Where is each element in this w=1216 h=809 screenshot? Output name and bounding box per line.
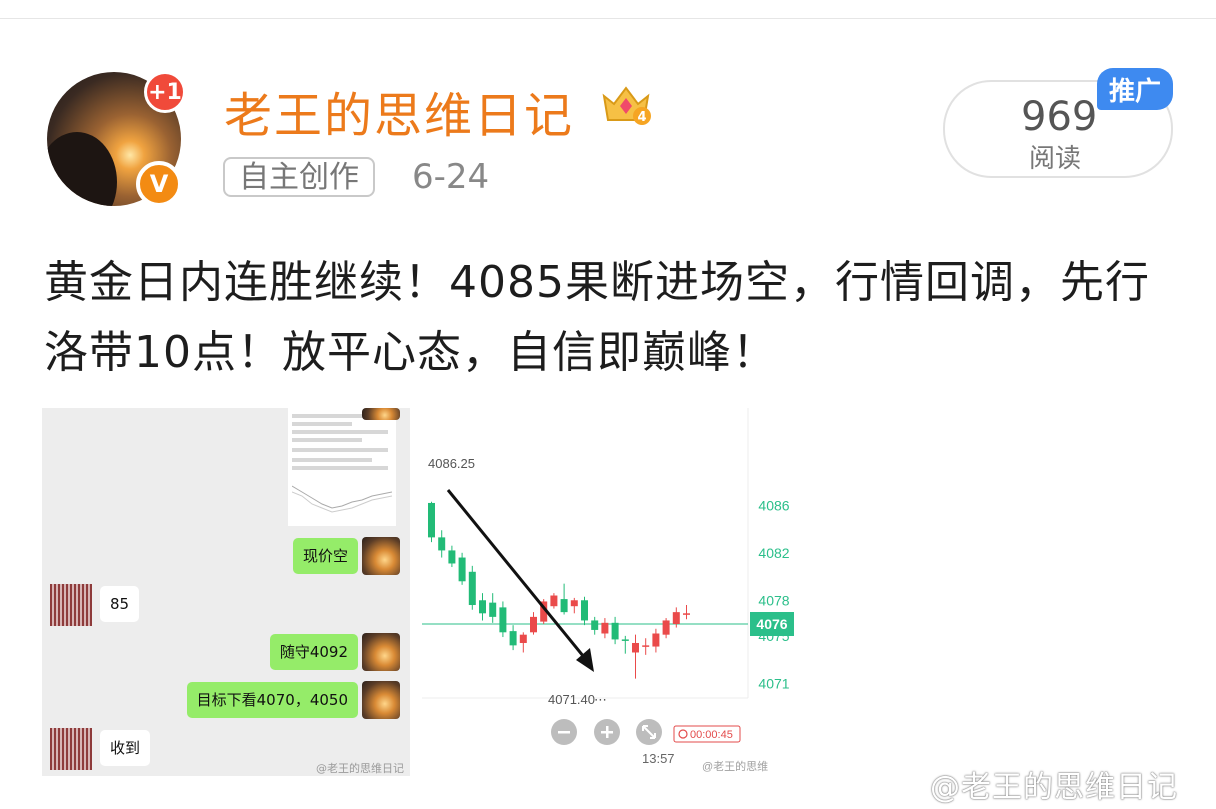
candle-body	[499, 607, 507, 633]
chart-watermark: @老王的思维	[702, 759, 768, 773]
candle-body	[560, 599, 568, 613]
image-watermark: @老王的思维日记	[316, 762, 404, 775]
verified-badge: V	[136, 161, 182, 207]
y-tick-label: 4086	[758, 497, 789, 513]
chat-message: 随守4092	[269, 634, 358, 670]
candle-body	[642, 645, 650, 647]
candle-body	[428, 502, 435, 538]
svg-text:4: 4	[637, 110, 646, 125]
candle-body	[652, 633, 660, 647]
chat-message: 收到	[100, 730, 151, 766]
candlestick-chart-image[interactable]: 40864082407840754071 4076 4086.25 4071.4…	[422, 408, 796, 776]
candle-body	[509, 631, 517, 646]
follow-plus-badge[interactable]: +1	[144, 71, 186, 113]
chat-message: 85	[100, 586, 140, 622]
candle-body	[519, 634, 527, 643]
receiver-avatar	[50, 584, 92, 626]
chat-message: 目标下看4070，4050	[186, 682, 358, 718]
sender-avatar	[362, 408, 400, 420]
candle-body	[550, 595, 558, 607]
chat-screenshot-image[interactable]: 现价空 85 随守4092 目标下看4070，4050 收到 @老王的思维日记	[42, 408, 410, 776]
post-text: 黄金日内连胜继续！4085果断进场空，行情回调，先行洛带10点！放平心态，自信即…	[44, 257, 1150, 378]
fullscreen-button	[636, 719, 662, 745]
post-date: 6-24	[412, 157, 490, 197]
candle-body	[448, 550, 456, 564]
sender-avatar	[362, 633, 400, 671]
mini-chart-screenshot	[288, 408, 396, 526]
username[interactable]: 老王的思维日记	[224, 76, 574, 146]
y-tick-label: 4082	[758, 545, 789, 561]
candle-body	[632, 642, 639, 653]
candle-body	[621, 639, 629, 641]
high-annotation: 4086.25	[428, 456, 475, 471]
promo-button[interactable]: 推广	[1097, 68, 1173, 110]
candle-body	[479, 600, 486, 614]
zoom-out-button	[551, 719, 577, 745]
candle-body	[662, 620, 670, 635]
weibo-watermark: @老王的思维日记	[930, 770, 1178, 805]
sender-avatar	[362, 681, 400, 719]
original-creation-tag: 自主创作	[223, 157, 375, 197]
candle-body	[468, 571, 476, 606]
top-divider	[0, 18, 1216, 19]
svg-text:⋯: ⋯	[594, 693, 607, 708]
y-tick-label: 4078	[758, 592, 789, 608]
low-annotation: 4071.40	[548, 692, 595, 707]
countdown-timer: 00:00:45	[690, 729, 733, 741]
receiver-avatar	[50, 728, 92, 770]
y-tick-label: 4071	[758, 675, 789, 691]
candle-body	[489, 602, 497, 617]
time-label: 13:57	[642, 751, 675, 766]
candle-body	[611, 622, 619, 640]
zoom-in-button	[594, 719, 620, 745]
crown-level-icon: 4	[602, 86, 651, 125]
candle-body	[530, 616, 537, 633]
candle-body	[672, 612, 680, 624]
candle-body	[581, 600, 588, 621]
candle-body	[438, 537, 446, 551]
candle-body	[570, 600, 578, 607]
sender-avatar	[362, 537, 400, 575]
candlestick-chart: 40864082407840754071 4076 4086.25 4071.4…	[422, 408, 794, 773]
chat-message: 现价空	[292, 538, 358, 574]
candle-body	[601, 622, 609, 634]
candle-body	[458, 557, 466, 582]
candle-body	[683, 613, 690, 615]
reads-label: 阅读	[1029, 144, 1082, 174]
reads-count: 969	[1021, 94, 1098, 140]
current-price-label: 4076	[756, 616, 787, 632]
candle-body	[591, 620, 599, 630]
